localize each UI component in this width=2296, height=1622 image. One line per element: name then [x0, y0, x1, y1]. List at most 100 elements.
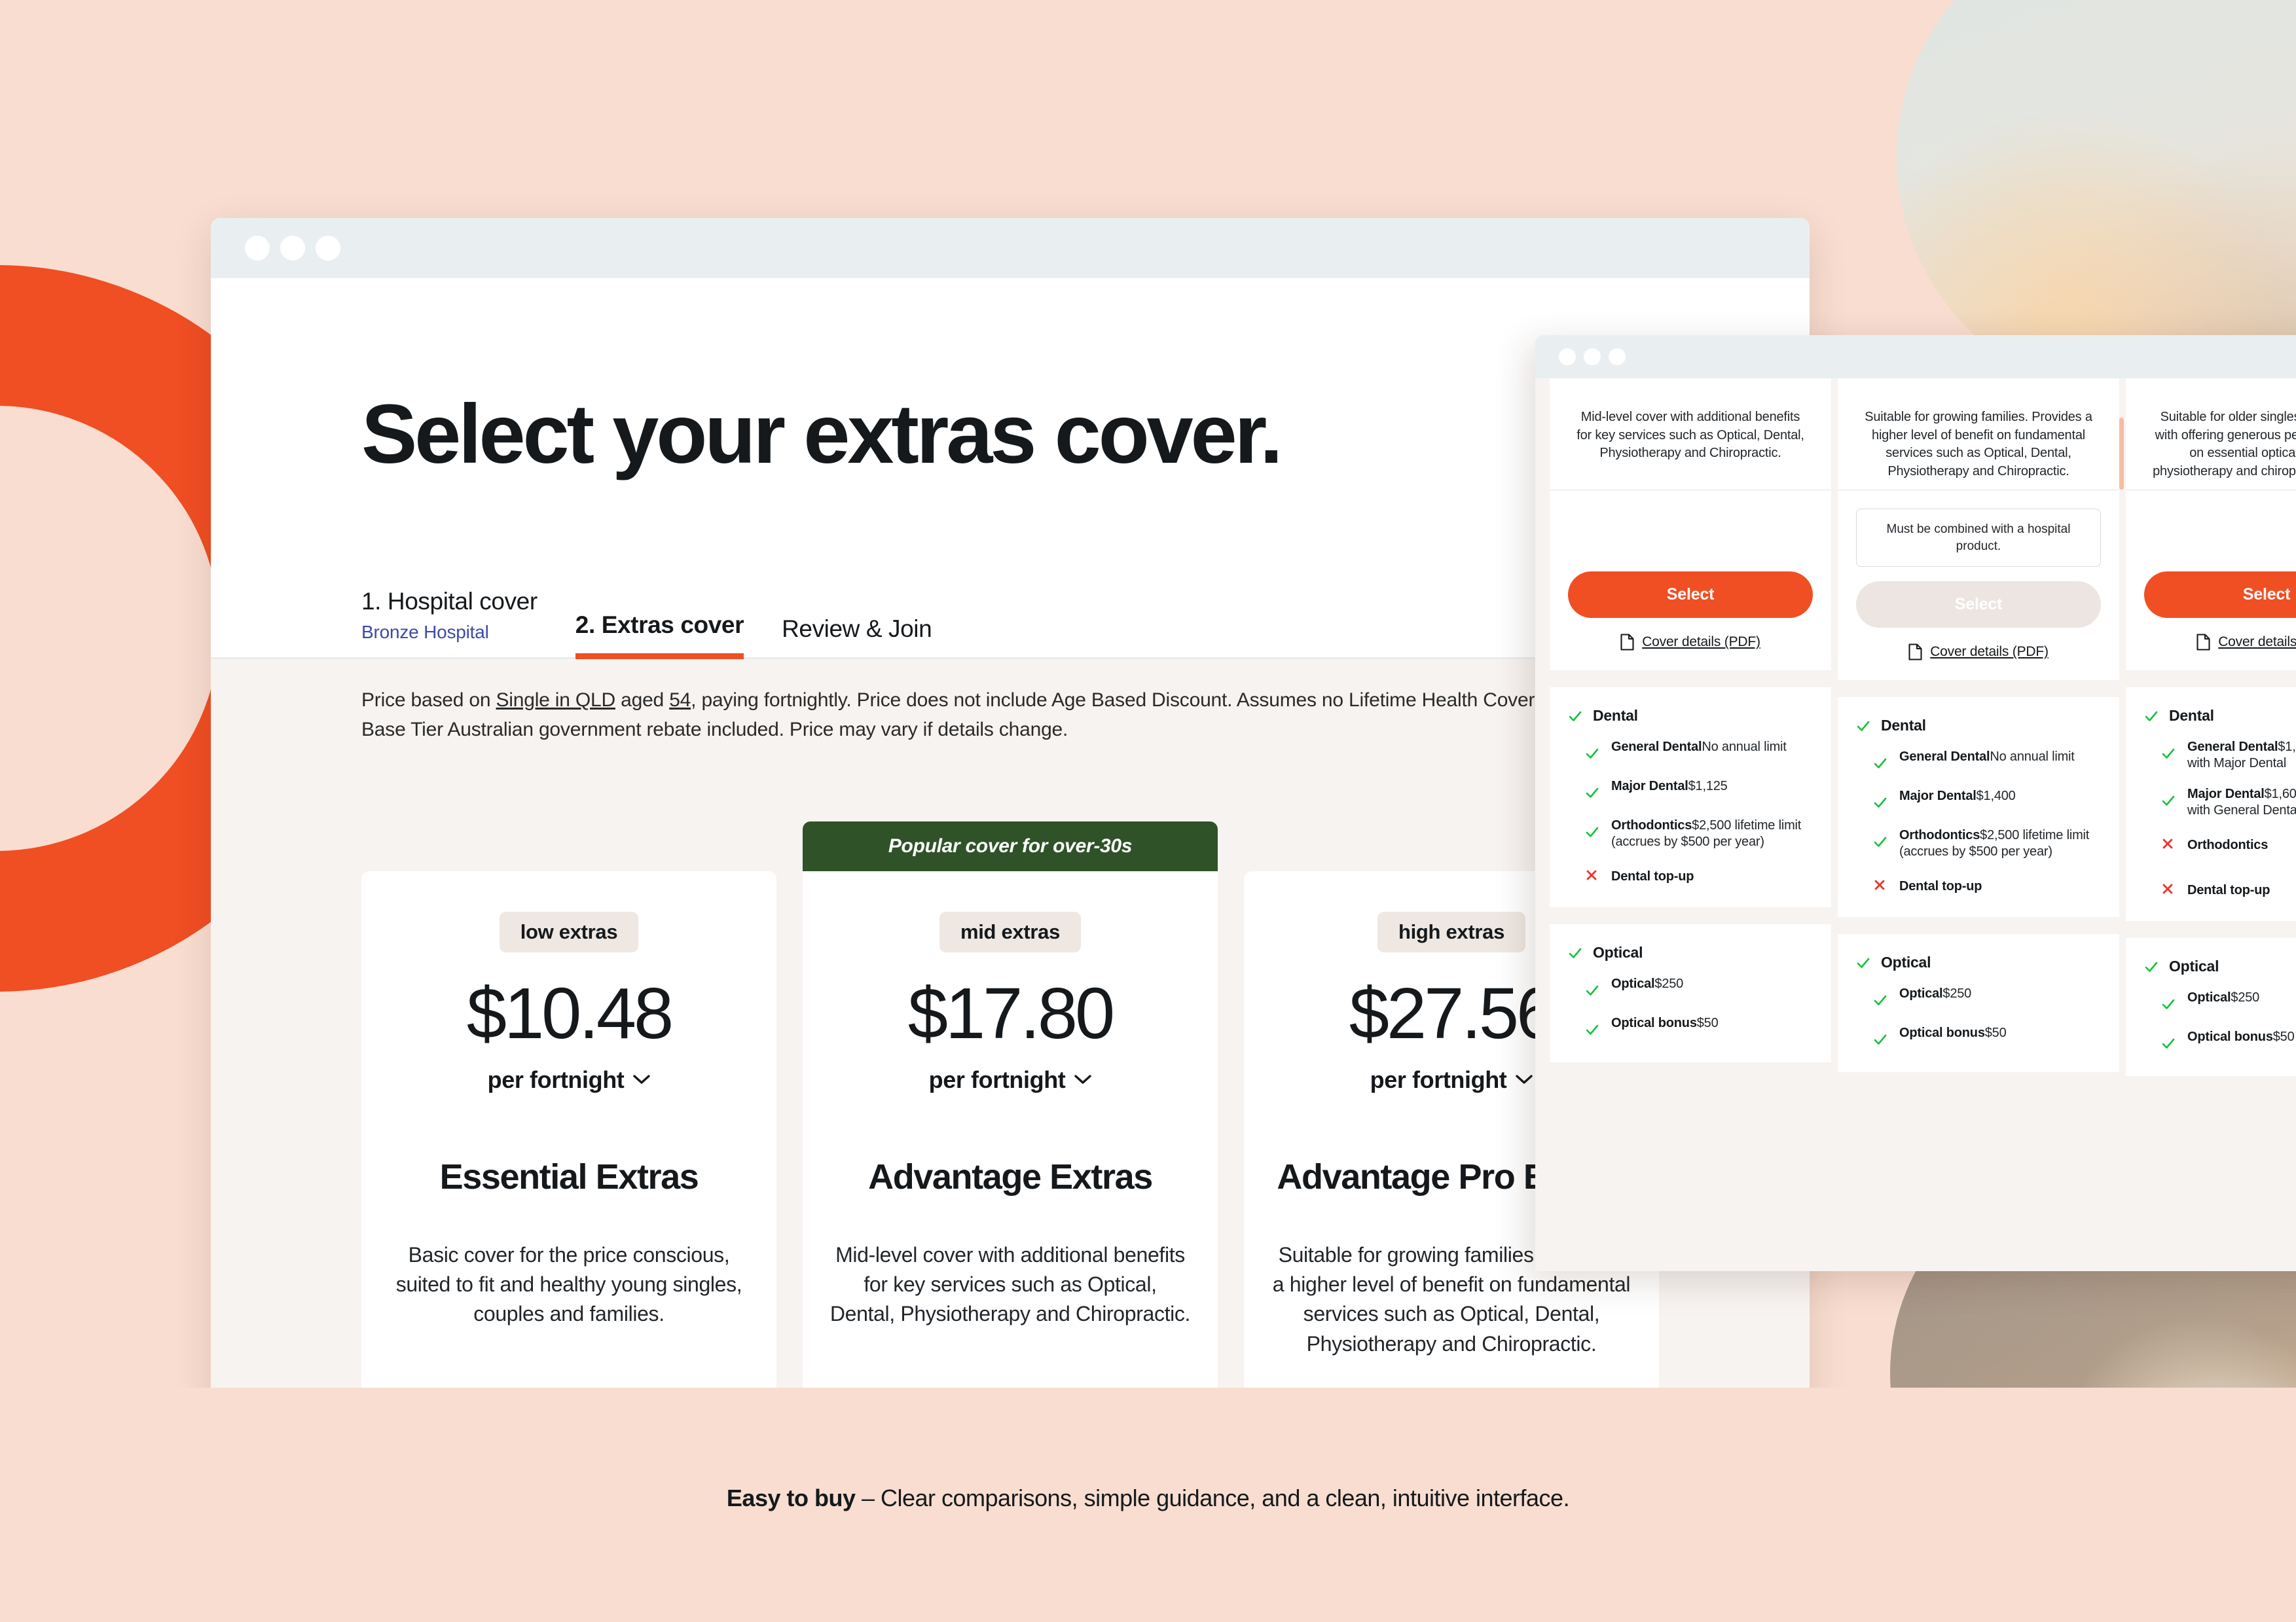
disclaimer-part2: aged [615, 689, 670, 711]
check-icon-wrap [1873, 749, 1889, 774]
check-icon [1874, 1034, 1887, 1045]
benefit-section-title: Optical [1593, 944, 1643, 961]
cross-icon-wrap [2161, 882, 2177, 899]
plan-description: Suitable for growing families. Provides … [1865, 410, 2092, 478]
benefit-section-dental: Dental General DentalNo annual limit Maj… [1550, 687, 1831, 907]
plan-price: $17.80 [907, 973, 1115, 1054]
check-icon-wrap [1585, 976, 1601, 1001]
window-minimize-dot[interactable] [280, 236, 305, 261]
cover-details-pdf-link[interactable]: Cover details (PDF) [2144, 634, 2296, 651]
browser-chrome-bar [211, 218, 1810, 278]
check-icon-wrap [1585, 778, 1601, 803]
select-button[interactable]: Select [1856, 581, 2101, 628]
note-spacer [2144, 509, 2296, 571]
comparison-column: Mid-level cover with additional benefits… [1550, 378, 1831, 1076]
cover-details-pdf-link[interactable]: Cover details (PDF) [1856, 643, 2101, 660]
tab-hospital-cover[interactable]: 1. Hospital cover Bronze Hospital [361, 588, 538, 657]
billing-period-label: per fortnight [928, 1066, 1066, 1093]
cross-icon-wrap [1873, 878, 1889, 895]
benefit-name: Optical [2187, 990, 2231, 1005]
benefit-item: Orthodontics$2,500 lifetime limit (accru… [1568, 818, 1813, 850]
benefit-value: $1,400 [1976, 789, 2016, 804]
select-button[interactable]: Select [1568, 571, 1813, 618]
chevron-down-icon [633, 1075, 651, 1084]
check-icon [2162, 748, 2175, 759]
select-button[interactable]: Select [2144, 571, 2296, 618]
benefit-name: General Dental [1899, 749, 1990, 765]
cross-icon [2162, 838, 2173, 849]
window-close-dot[interactable] [1559, 348, 1576, 365]
benefit-section-title: Optical [2169, 958, 2219, 975]
billing-period-selector[interactable]: per fortnight [829, 1066, 1192, 1094]
section-gap [2126, 921, 2296, 938]
cross-icon [1874, 880, 1885, 890]
page-title: Select your extras cover. [361, 387, 1283, 481]
check-icon [1857, 721, 1870, 731]
benefit-item: Orthodontics$2,500 lifetime limit (accru… [1856, 827, 2101, 860]
billing-period-selector[interactable]: per fortnight [388, 1066, 750, 1094]
browser-chrome-bar [1535, 335, 2296, 378]
benefit-name: Optical bonus [1611, 1016, 1697, 1030]
benefit-name: Dental top-up [1611, 869, 1694, 884]
benefit-section-header: Optical [2144, 958, 2296, 975]
disclaimer-part1: Price based on [361, 689, 496, 711]
check-icon [1586, 985, 1599, 996]
document-icon [2196, 634, 2210, 651]
benefit-item: General DentalNo annual limit [1856, 749, 2101, 774]
document-icon [1620, 634, 1634, 651]
comparison-column: Suitable for older singles and couples w… [2119, 378, 2296, 1076]
check-icon [1586, 748, 1599, 759]
window-close-dot[interactable] [245, 236, 270, 261]
comparison-column: Suitable for growing families. Provides … [1838, 378, 2119, 1076]
tab-sublabel: Bronze Hospital [361, 622, 489, 642]
cross-icon-wrap [2161, 837, 2177, 854]
check-icon [1874, 995, 1887, 1006]
window-maximize-dot[interactable] [1609, 348, 1626, 365]
disclaimer-link-age[interactable]: 54 [669, 689, 691, 711]
check-icon [1569, 948, 1582, 958]
benefit-section-header: Optical [1856, 954, 2101, 971]
window-minimize-dot[interactable] [1584, 348, 1601, 365]
benefit-section-header: Dental [1856, 717, 2101, 734]
benefit-section-title: Optical [1881, 954, 1931, 971]
benefit-value: No annual limit [1990, 749, 2075, 765]
check-icon-wrap [2161, 739, 2177, 772]
benefit-section-title: Dental [1593, 707, 1638, 724]
plan-description: Mid-level cover with additional benefits… [829, 1242, 1191, 1326]
benefit-value: $250 [1654, 977, 1684, 991]
selected-indicator-bar [2119, 418, 2124, 490]
tab-label: 1. Hospital cover [361, 588, 538, 615]
billing-period-label: per fortnight [1370, 1066, 1507, 1093]
plan-card[interactable]: low extras $10.48 per fortnight Essentia… [361, 871, 776, 1395]
benefit-item: Dental top-up [1856, 878, 2101, 895]
benefit-value: $250 [2231, 990, 2260, 1005]
tab-label: 2. Extras cover [575, 611, 744, 638]
check-icon [2162, 795, 2175, 806]
section-gap [1838, 917, 2119, 935]
disclaimer-link-scope[interactable]: Single in QLD [496, 689, 615, 711]
tab-review-join[interactable]: Review & Join [782, 615, 932, 657]
comparison-grid: Mid-level cover with additional benefits… [1535, 378, 2296, 1076]
benefit-item: Major Dental$1,125 [1568, 778, 1813, 803]
benefit-section-title: Dental [2169, 707, 2214, 724]
benefit-name: Optical [1899, 986, 1943, 1001]
cross-icon [2162, 884, 2173, 894]
benefit-item: Orthodontics [2144, 837, 2296, 854]
benefit-value: $50 [1696, 1016, 1719, 1030]
benefit-name: Optical bonus [2187, 1030, 2273, 1044]
window-maximize-dot[interactable] [316, 236, 340, 261]
benefit-item: Optical bonus$50 [1568, 1015, 1813, 1040]
check-icon-wrap [1873, 827, 1889, 860]
cover-details-pdf-link[interactable]: Cover details (PDF) [1568, 634, 1813, 651]
plan-card[interactable]: mid extras $17.80 per fortnight Advantag… [803, 871, 1218, 1395]
check-icon [1874, 837, 1887, 848]
tab-extras-cover[interactable]: 2. Extras cover [575, 611, 744, 659]
plan-price: $10.48 [466, 973, 674, 1054]
benefit-item: Dental top-up [1568, 869, 1813, 885]
benefit-section-header: Optical [1568, 944, 1813, 962]
benefit-item: Major Dental$1,400 [1856, 788, 2101, 813]
benefit-name: Major Dental [2187, 787, 2265, 801]
benefit-name: Orthodontics [1899, 828, 1980, 843]
benefit-name: General Dental [2187, 740, 2278, 754]
benefit-item: Optical$250 [1856, 986, 2101, 1011]
